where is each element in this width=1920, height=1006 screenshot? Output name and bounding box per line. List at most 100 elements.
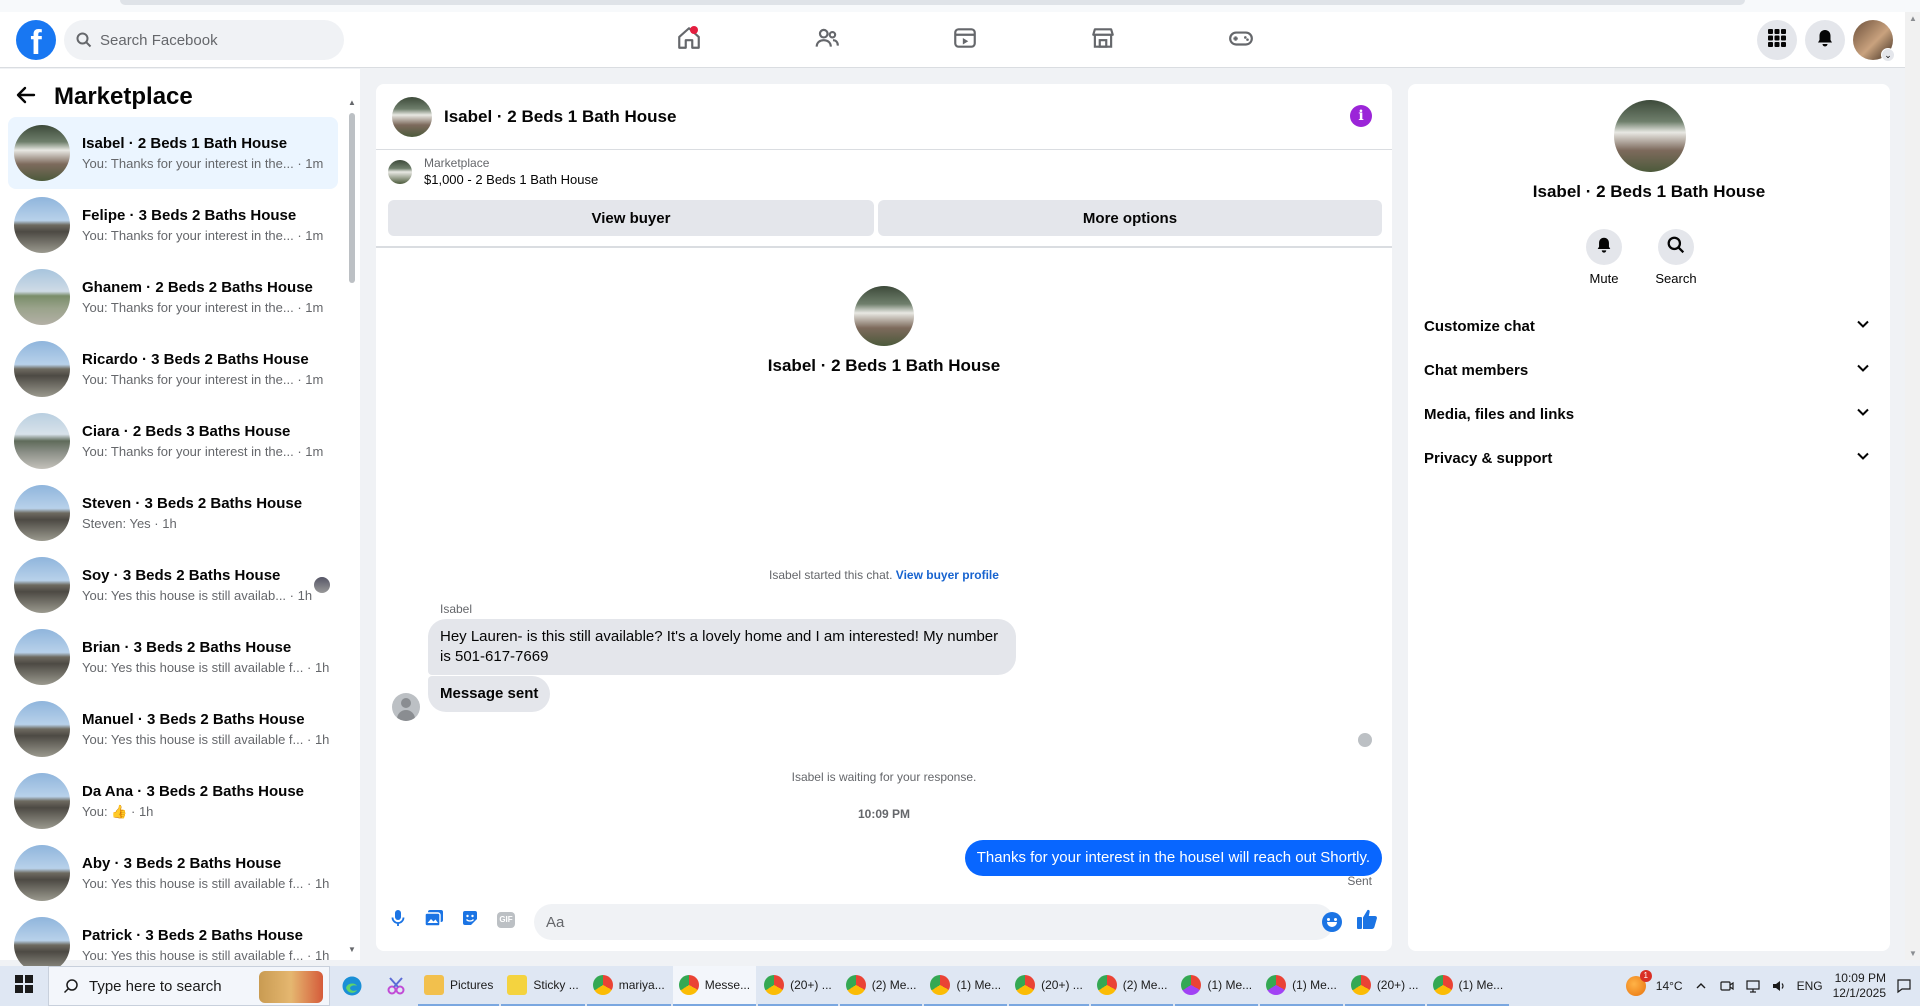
start-button[interactable]: [0, 966, 48, 1006]
taskbar-app[interactable]: (20+) ...: [1009, 966, 1089, 1006]
taskbar-app[interactable]: (1) Me...: [1175, 966, 1259, 1006]
conversation-item[interactable]: Manuel · 3 Beds 2 Baths House You: Yes t…: [8, 693, 338, 765]
conversation-name: Ricardo · 3 Beds 2 Baths House: [82, 351, 309, 368]
view-buyer-profile-link[interactable]: View buyer profile: [896, 568, 999, 582]
info-icon[interactable]: i: [1350, 105, 1372, 127]
taskbar-app[interactable]: mariya...: [586, 966, 671, 1006]
scroll-up-arrow-icon[interactable]: ▲: [1909, 14, 1917, 23]
conversation-preview: You: Yes this house is still available f…: [82, 732, 330, 747]
meet-now-icon[interactable]: [1719, 978, 1735, 994]
incoming-message[interactable]: Hey Lauren- is this still available? It'…: [428, 619, 1016, 675]
conversation-item[interactable]: Ciara · 2 Beds 3 Baths House You: Thanks…: [8, 405, 338, 477]
taskbar-app[interactable]: Pictures: [418, 966, 500, 1006]
notifications-button[interactable]: [1805, 20, 1845, 60]
taskbar-app[interactable]: (1) Me...: [1260, 966, 1343, 1006]
conversation-item[interactable]: Isabel · 2 Beds 1 Bath House You: Thanks…: [8, 117, 338, 189]
chat-avatar[interactable]: [392, 96, 432, 137]
address-bar[interactable]: [120, 0, 1745, 5]
search-in-chat-button[interactable]: Search: [1655, 229, 1697, 286]
back-arrow-icon[interactable]: [16, 85, 36, 109]
conversation-item[interactable]: Aby · 3 Beds 2 Baths House You: Yes this…: [8, 837, 338, 909]
marketplace-tab[interactable]: [1034, 12, 1172, 68]
taskbar-app[interactable]: (1) Me...: [1426, 966, 1510, 1006]
taskbar-search[interactable]: Type here to search: [48, 966, 330, 1006]
conversation-preview: You: Thanks for your interest in the... …: [82, 228, 324, 243]
mute-button[interactable]: Mute: [1586, 229, 1622, 286]
info-avatar[interactable]: [1614, 100, 1686, 172]
chrome-icon: [845, 975, 866, 995]
conversation-name: Aby · 3 Beds 2 Baths House: [82, 855, 282, 872]
taskbar-app[interactable]: (20+) ...: [758, 966, 838, 1006]
listing-thumbnail: [14, 125, 70, 181]
friends-tab[interactable]: [758, 12, 896, 68]
taskbar-app[interactable]: (20+) ...: [1344, 966, 1425, 1006]
network-icon[interactable]: [1745, 978, 1761, 994]
chat-info-panel: Isabel · 2 Beds 1 Bath House Mute Search…: [1408, 84, 1890, 951]
conversation-item[interactable]: Soy · 3 Beds 2 Baths House You: Yes this…: [8, 549, 338, 621]
scroll-down-arrow-icon[interactable]: ▼: [1909, 949, 1917, 958]
conversation-item[interactable]: Da Ana · 3 Beds 2 Baths House You: 👍 · 1…: [8, 765, 338, 837]
taskbar-app[interactable]: (2) Me...: [1090, 966, 1174, 1006]
account-avatar[interactable]: ⌄: [1853, 20, 1895, 62]
profile-thumbnail[interactable]: [854, 286, 914, 346]
conversation-name: Brian · 3 Beds 2 Baths House: [82, 639, 292, 656]
listing-thumbnail: [14, 269, 70, 325]
sticker-icon: [461, 909, 479, 931]
conversation-item[interactable]: Ghanem · 2 Beds 2 Baths House You: Thank…: [8, 261, 338, 333]
privacy-support-section[interactable]: Privacy & support: [1416, 436, 1882, 480]
view-buyer-button[interactable]: View buyer: [388, 200, 874, 236]
chrome-icon: [764, 975, 785, 995]
conversation-item[interactable]: Ricardo · 3 Beds 2 Baths House You: Than…: [8, 333, 338, 405]
media-files-links-section[interactable]: Media, files and links: [1416, 392, 1882, 436]
taskbar-app[interactable]: (2) Me...: [839, 966, 923, 1006]
system-tray: 1 14°C ENG 10:09 PM 12/1/2025: [1625, 966, 1920, 1006]
message-input[interactable]: [534, 904, 1334, 940]
scroll-down-arrow-icon[interactable]: ▼: [348, 946, 356, 954]
taskbar-clock[interactable]: 10:09 PM 12/1/2025: [1833, 971, 1886, 1001]
search-facebook-input[interactable]: Search Facebook: [64, 20, 344, 60]
chevron-down-icon: ⌄: [1881, 48, 1895, 62]
listing-summary[interactable]: Marketplace $1,000 - 2 Beds 1 Bath House: [388, 156, 598, 187]
emoji-icon[interactable]: [1322, 912, 1342, 932]
chevron-up-icon[interactable]: [1693, 978, 1709, 994]
sticker-button[interactable]: [452, 902, 488, 938]
voice-clip-button[interactable]: [380, 902, 416, 938]
conversation-item[interactable]: Brian · 3 Beds 2 Baths House You: Yes th…: [8, 621, 338, 693]
input-language[interactable]: ENG: [1797, 979, 1823, 993]
attach-media-button[interactable]: [416, 902, 452, 938]
chat-title[interactable]: Isabel · 2 Beds 1 Bath House: [444, 107, 676, 127]
taskbar-search-placeholder: Type here to search: [89, 977, 222, 995]
gaming-tab[interactable]: [1172, 12, 1310, 68]
video-tab[interactable]: [896, 12, 1034, 68]
home-tab[interactable]: [620, 12, 758, 68]
taskbar-app[interactable]: Messe...: [672, 966, 757, 1006]
weather-icon[interactable]: 1: [1625, 970, 1652, 996]
taskbar-app[interactable]: Sticky ...: [501, 966, 585, 1006]
chat-members-section[interactable]: Chat members: [1416, 348, 1882, 392]
like-button[interactable]: [1354, 908, 1380, 934]
sidebar-scrollbar[interactable]: ▲ ▼: [348, 99, 356, 954]
temperature[interactable]: 14°C: [1656, 979, 1683, 993]
scroll-up-arrow-icon[interactable]: ▲: [348, 99, 356, 107]
edge-browser-icon[interactable]: [330, 966, 374, 1006]
facebook-logo[interactable]: f: [16, 20, 56, 60]
conversation-preview: You: Yes this house is still availab... …: [82, 588, 313, 603]
more-options-button[interactable]: More options: [878, 200, 1382, 236]
clock-time: 10:09 PM: [1834, 971, 1886, 985]
message-sent-bubble[interactable]: Message sent: [428, 676, 551, 712]
page-scrollbar[interactable]: ▲ ▼: [1905, 12, 1920, 960]
volume-icon[interactable]: [1771, 978, 1787, 994]
conversation-item[interactable]: Felipe · 3 Beds 2 Baths House You: Thank…: [8, 189, 338, 261]
conversation-item[interactable]: Steven · 3 Beds 2 Baths House Steven: Ye…: [8, 477, 338, 549]
menu-button[interactable]: [1757, 20, 1797, 60]
customize-chat-section[interactable]: Customize chat: [1416, 304, 1882, 348]
read-receipt-avatar: [1358, 733, 1372, 747]
snipping-tool-icon[interactable]: [374, 966, 418, 1006]
gif-button[interactable]: GIF: [488, 902, 524, 938]
scrollbar-thumb[interactable]: [349, 113, 355, 283]
taskbar-app[interactable]: (1) Me...: [924, 966, 1008, 1006]
notification-center-icon[interactable]: [1896, 978, 1912, 994]
outgoing-message[interactable]: Thanks for your interest in the houseI w…: [964, 840, 1382, 876]
chrome-icon: [930, 975, 951, 995]
sender-avatar[interactable]: [392, 693, 420, 721]
